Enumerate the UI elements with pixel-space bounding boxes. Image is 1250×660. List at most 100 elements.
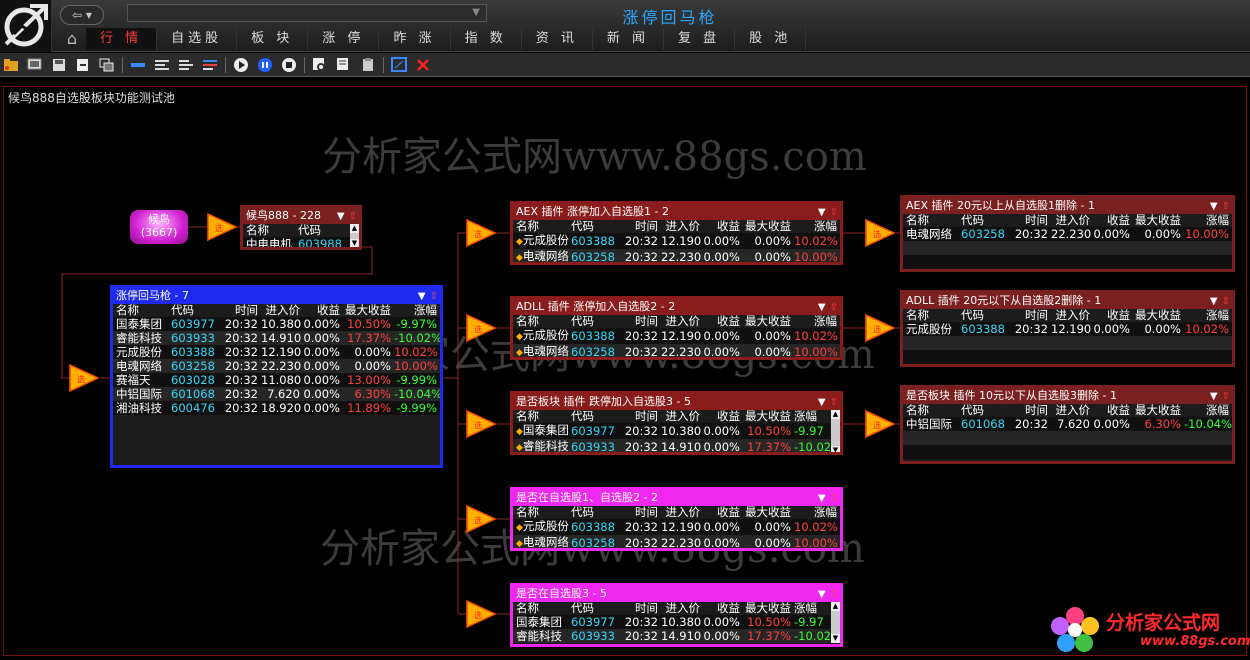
condition-triangle-icon[interactable]: 选 bbox=[206, 211, 238, 243]
table-row[interactable]: 中电电机 603988 bbox=[243, 237, 353, 247]
panel-header: 是否板块 插件 10元以下从自选股3删除 - 1 ▼ ⇧ bbox=[903, 388, 1232, 404]
up-arrow-icon[interactable]: ⇧ bbox=[830, 589, 838, 600]
panel-in-watchlist12[interactable]: 是否在自选股1、自选股2 - 2 ▼ ⇧ 名称 代码 时间 进入价 收益 最大收益 涨幅 ◆元成… bbox=[510, 487, 843, 551]
condition-triangle-icon[interactable]: 选 bbox=[465, 503, 497, 535]
up-arrow-icon[interactable]: ⇧ bbox=[349, 211, 357, 222]
panel-adll-add-watchlist2[interactable]: ADLL 插件 涨停加入自选股2 - 2 ▼ ⇧ 名称 代码 时间 进入价 收益 最大收益 涨幅… bbox=[510, 296, 843, 360]
scroll-up-icon[interactable]: ▲ bbox=[350, 224, 359, 233]
table-row[interactable]: ◆睿能科技 603933 20:32 14.910 0.00% 17.37% -10.02 bbox=[513, 439, 830, 453]
source-node[interactable]: 候鸟 (3667) bbox=[130, 210, 188, 244]
col-header-return: 收益 bbox=[1107, 403, 1130, 417]
col-header-change: 涨幅 bbox=[794, 602, 817, 615]
table-row[interactable]: 赛福天 603028 20:32 11.080 0.00% 13.00% -9.99% bbox=[113, 373, 440, 387]
dropdown-icon[interactable]: ▼ bbox=[418, 291, 426, 302]
col-header-time: 时间 bbox=[1025, 403, 1048, 417]
table-row[interactable]: 中铝国际 601068 20:32 7.620 0.00% 6.30% -10.04% bbox=[113, 387, 440, 401]
up-arrow-icon[interactable]: ⇧ bbox=[830, 302, 838, 313]
change-pct: 10.00% bbox=[794, 249, 840, 262]
scroll-up-icon[interactable]: ▲ bbox=[831, 602, 840, 611]
scrollbar[interactable]: ▲ ▼ bbox=[831, 410, 840, 452]
panel-aex-remove-watchlist1[interactable]: AEX 插件 20元以上从自选股1删除 - 1 ▼ ⇧ 名称 代码 时间 进入价 收益 最大收… bbox=[900, 195, 1235, 272]
table-row[interactable]: ◆电魂网络 603258 20:32 22.230 0.00% 0.00% 10.00% bbox=[513, 249, 840, 262]
table-row[interactable]: ◆元成股份 603388 20:32 12.190 0.00% 0.00% 10.02% bbox=[513, 233, 840, 249]
dropdown-icon[interactable]: ▼ bbox=[1210, 201, 1218, 212]
stock-code: 603977 bbox=[571, 615, 623, 629]
scroll-down-icon[interactable]: ▼ bbox=[831, 634, 840, 643]
condition-triangle-icon[interactable]: 选 bbox=[864, 312, 896, 344]
up-arrow-icon[interactable]: ⇧ bbox=[1222, 296, 1230, 307]
table-row[interactable]: ◆元成股份 603388 20:32 12.190 0.00% 0.00% 10.02% bbox=[513, 328, 840, 344]
table-row[interactable]: 湘油科技 600476 20:32 18.920 0.00% 11.89% -9.99% bbox=[113, 401, 440, 415]
max-return: 6.30% bbox=[343, 387, 394, 401]
dropdown-icon[interactable]: ▼ bbox=[1210, 391, 1218, 402]
scroll-up-icon[interactable]: ▲ bbox=[831, 410, 840, 419]
dropdown-icon[interactable]: ▼ bbox=[818, 397, 826, 408]
panel-in-watchlist3[interactable]: 是否在自选股3 - 5 ▼ ⇧ 名称 代码 时间 进入价 收益 最大收益 涨幅 国泰集团 6039… bbox=[510, 583, 843, 647]
table-row[interactable]: ◆电魂网络 603258 20:32 22.230 0.00% 0.00% 10.00% bbox=[513, 535, 840, 548]
table-row[interactable]: 睿能科技 603933 20:32 14.910 0.00% 17.37% -10.02 bbox=[513, 629, 830, 643]
svg-text:选: 选 bbox=[77, 374, 85, 384]
condition-triangle-icon[interactable]: 选 bbox=[864, 217, 896, 249]
scrollbar[interactable]: ▲ ▼ bbox=[350, 224, 359, 247]
col-header-change: 涨幅 bbox=[814, 505, 837, 519]
stock-name: 中铝国际 bbox=[903, 417, 961, 431]
condition-triangle-icon[interactable]: 选 bbox=[465, 312, 497, 344]
panel-header: AEX 插件 20元以上从自选股1删除 - 1 ▼ ⇧ bbox=[903, 198, 1232, 214]
panel-main-strategy[interactable]: 涨停回马枪 - 7 ▼ ⇧ 名称 代码 时间 进入价 收益 最大收益 涨幅 国泰集团… bbox=[110, 285, 443, 468]
entry-price: 12.190 bbox=[661, 328, 703, 344]
scroll-down-icon[interactable]: ▼ bbox=[831, 446, 840, 452]
table-row[interactable]: 电魂网络 603258 20:32 22.230 0.00% 0.00% 10.00% bbox=[903, 227, 1232, 241]
panel-adll-remove-watchlist2[interactable]: ADLL 插件 20元以下从自选股2删除 - 1 ▼ ⇧ 名称 代码 时间 进入价 收益 最大… bbox=[900, 290, 1235, 367]
table-row[interactable]: 中铝国际 601068 20:32 7.620 0.00% 6.30% -10.04% bbox=[903, 417, 1232, 431]
panel-title: 候鸟888 - 228 bbox=[246, 209, 321, 222]
dropdown-icon[interactable]: ▼ bbox=[818, 302, 826, 313]
condition-triangle-icon[interactable]: 选 bbox=[864, 408, 896, 440]
table-row[interactable]: 睿能科技 603933 20:32 14.910 0.00% 17.37% -10.02% bbox=[113, 331, 440, 345]
scrollbar[interactable]: ▲ ▼ bbox=[831, 602, 840, 643]
condition-triangle-icon[interactable]: 选 bbox=[465, 598, 497, 630]
table-row[interactable]: ◆电魂网络 603258 20:32 22.230 0.00% 0.00% 10.00% bbox=[513, 344, 840, 357]
panel-houniao[interactable]: 候鸟888 - 228 ▼ ⇧ 名称 代码 中电电机 603988 ▲ ▼ bbox=[240, 205, 362, 250]
condition-triangle-icon[interactable]: 选 bbox=[68, 362, 100, 394]
flower-logo-icon bbox=[1051, 607, 1099, 652]
dropdown-icon[interactable]: ▼ bbox=[818, 493, 826, 504]
dropdown-icon[interactable]: ▼ bbox=[1210, 296, 1218, 307]
up-arrow-icon[interactable]: ⇧ bbox=[830, 493, 838, 504]
stock-code: 603388 bbox=[571, 233, 623, 249]
change-pct: -10.04% bbox=[1184, 417, 1232, 431]
col-header-max-return: 最大收益 bbox=[745, 505, 791, 519]
dropdown-icon[interactable]: ▼ bbox=[818, 207, 826, 218]
condition-triangle-icon[interactable]: 选 bbox=[465, 408, 497, 440]
stock-name: 睿能科技 bbox=[113, 331, 171, 345]
table-row[interactable]: 国泰集团 603977 20:32 10.380 0.00% 10.50% -9.97 bbox=[513, 615, 830, 629]
col-header-code: 代码 bbox=[298, 224, 321, 237]
panel-sector-add-watchlist3[interactable]: 是否板块 插件 跌停加入自选股3 - 5 ▼ ⇧ 名称 代码 时间 进入价 收益 最大收益 涨幅… bbox=[510, 391, 843, 455]
table-row[interactable]: 电魂网络 603258 20:32 22.230 0.00% 0.00% 10.00% bbox=[113, 359, 440, 373]
table-row[interactable]: ◆国泰集团 603977 20:32 10.380 0.00% 10.50% -9.97 bbox=[513, 423, 830, 439]
change-pct: 10.00% bbox=[1184, 227, 1232, 241]
dropdown-icon[interactable]: ▼ bbox=[818, 589, 826, 600]
col-header-change: 涨幅 bbox=[814, 219, 837, 233]
table-row[interactable]: 国泰集团 603977 20:32 10.380 0.00% 10.50% -9.97% bbox=[113, 317, 440, 331]
up-arrow-icon[interactable]: ⇧ bbox=[430, 291, 438, 302]
entry-price: 14.910 bbox=[661, 629, 703, 643]
up-arrow-icon[interactable]: ⇧ bbox=[830, 207, 838, 218]
scroll-down-icon[interactable]: ▼ bbox=[350, 239, 359, 247]
col-header-change: 涨幅 bbox=[1206, 213, 1229, 227]
entry-price: 22.230 bbox=[1051, 227, 1093, 241]
stock-table: 名称 代码 中电电机 603988 bbox=[243, 224, 353, 247]
up-arrow-icon[interactable]: ⇧ bbox=[1222, 201, 1230, 212]
dropdown-icon[interactable]: ▼ bbox=[337, 211, 345, 222]
table-row[interactable]: ◆元成股份 603388 20:32 12.190 0.00% 0.00% 10.02% bbox=[513, 519, 840, 535]
up-arrow-icon[interactable]: ⇧ bbox=[1222, 391, 1230, 402]
max-return: 11.89% bbox=[343, 401, 394, 415]
table-row[interactable]: 元成股份 603388 20:32 12.190 0.00% 0.00% 10.02% bbox=[903, 322, 1232, 336]
condition-triangle-icon[interactable]: 选 bbox=[465, 217, 497, 249]
panel-sector-remove-watchlist3[interactable]: 是否板块 插件 10元以下从自选股3删除 - 1 ▼ ⇧ 名称 代码 时间 进入价 收益 最大… bbox=[900, 385, 1235, 464]
panel-aex-add-watchlist1[interactable]: AEX 插件 涨停加入自选股1 - 2 ▼ ⇧ 名称 代码 时间 进入价 收益 最大收益 涨幅 … bbox=[510, 201, 843, 265]
entry-price: 14.910 bbox=[261, 331, 303, 345]
up-arrow-icon[interactable]: ⇧ bbox=[830, 397, 838, 408]
stock-name: 国泰集团 bbox=[522, 423, 569, 437]
stock-name: 睿能科技 bbox=[522, 439, 569, 453]
table-row[interactable]: 元成股份 603388 20:32 12.190 0.00% 0.00% 10.02% bbox=[113, 345, 440, 359]
